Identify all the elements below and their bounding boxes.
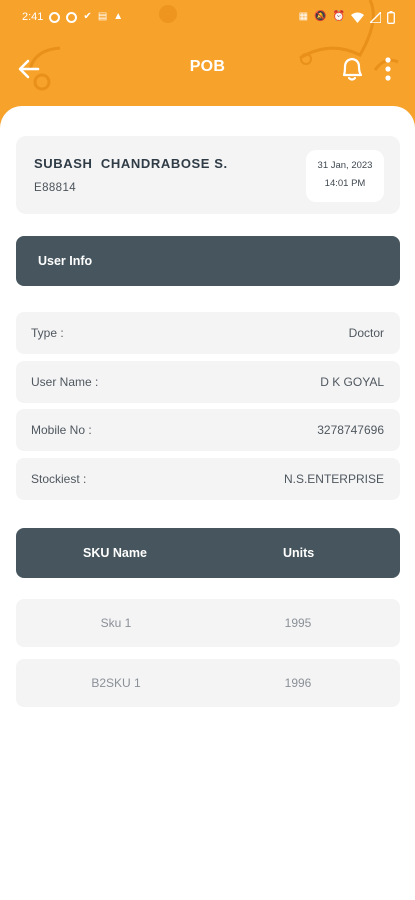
order-date: 31 Jan, 2023 — [317, 160, 373, 171]
sku-table-row: B2SKU 1 1996 — [16, 659, 400, 707]
wifi-icon — [351, 12, 364, 23]
units-cell: 1996 — [284, 676, 312, 690]
profile-name: SUBASH CHANDRABOSE S. — [34, 156, 228, 171]
info-label: User Name : — [31, 375, 99, 389]
more-vertical-icon[interactable] — [380, 54, 396, 84]
status-time: 2:41 — [22, 11, 44, 23]
info-value: Doctor — [348, 326, 384, 340]
info-row-stockiest: Stockiest : N.S.ENTERPRISE — [16, 458, 400, 500]
sku-name-column-header: SKU Name — [83, 546, 147, 560]
info-row-user-name: User Name : D K GOYAL — [16, 361, 400, 403]
signal-icon — [370, 11, 381, 23]
app-header: POB — [0, 40, 415, 96]
order-time: 14:01 PM — [324, 178, 366, 189]
mute-icon: 🔕 — [314, 11, 327, 22]
sku-table-header: SKU Name Units — [16, 528, 400, 578]
check-icon: ✔ — [83, 11, 92, 22]
employee-id: E88814 — [34, 182, 77, 194]
battery-icon — [387, 10, 395, 24]
data-icon: ▦ — [298, 11, 309, 22]
status-bar: 2:41 ✔ ▤ ▲ ▦ 🔕 ⏰ — [0, 0, 415, 34]
messenger-icon — [49, 11, 61, 23]
user-info-heading: User Info — [38, 254, 93, 268]
info-value: D K GOYAL — [320, 375, 384, 389]
units-cell: 1995 — [284, 616, 312, 630]
info-value: N.S.ENTERPRISE — [283, 472, 384, 486]
info-value: 3278747696 — [317, 423, 384, 437]
sku-name-cell: B2SKU 1 — [91, 676, 141, 690]
profile-card: SUBASH CHANDRABOSE S. E88814 31 Jan, 202… — [16, 136, 400, 214]
alarm-icon: ⏰ — [332, 11, 345, 22]
bell-icon[interactable] — [338, 54, 366, 84]
info-label: Mobile No : — [31, 423, 92, 437]
sku-table-row: Sku 1 1995 — [16, 599, 400, 647]
datetime-box: 31 Jan, 2023 14:01 PM — [306, 150, 384, 202]
signal-app-icon: ▲ — [113, 11, 124, 22]
app-icon: ▤ — [97, 11, 108, 22]
user-info-header: User Info — [16, 236, 400, 286]
info-row-type: Type : Doctor — [16, 312, 400, 354]
content-panel: SUBASH CHANDRABOSE S. E88814 31 Jan, 202… — [0, 106, 415, 900]
units-column-header: Units — [283, 546, 315, 560]
sku-name-cell: Sku 1 — [100, 616, 132, 630]
info-label: Stockiest : — [31, 472, 87, 486]
vpn-icon — [66, 11, 78, 23]
info-row-mobile: Mobile No : 3278747696 — [16, 409, 400, 451]
status-bar-left: 2:41 ✔ ▤ ▲ — [22, 11, 123, 23]
status-bar-right: ▦ 🔕 ⏰ — [298, 10, 395, 24]
info-label: Type : — [31, 326, 64, 340]
